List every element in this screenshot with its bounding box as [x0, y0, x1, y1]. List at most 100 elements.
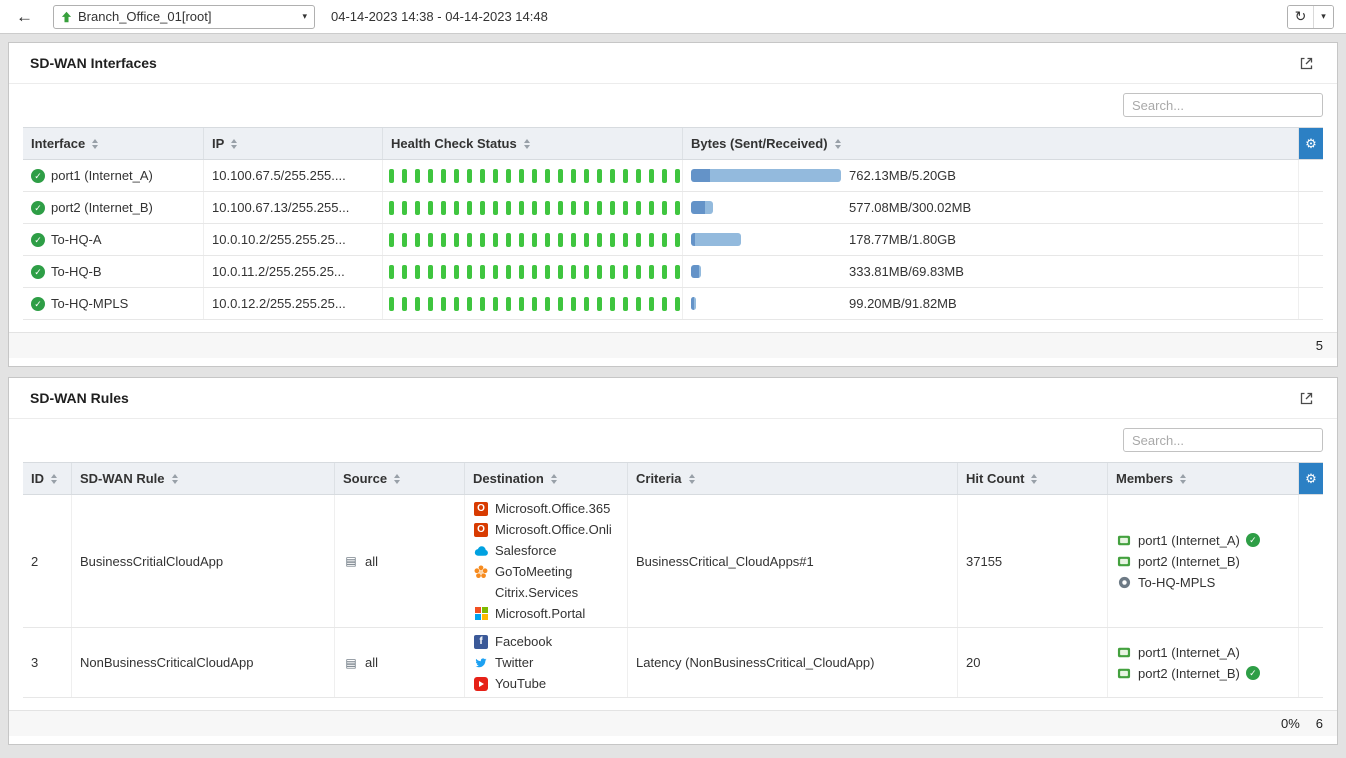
health-status-cell [383, 288, 683, 319]
health-bar [389, 233, 394, 247]
health-bar [571, 233, 576, 247]
health-bar [415, 297, 420, 311]
health-bar [467, 297, 472, 311]
rule-row[interactable]: 3NonBusinessCriticalCloudApp▤allfFaceboo… [23, 628, 1323, 698]
health-bar [649, 169, 654, 183]
column-header-hit-count[interactable]: Hit Count [958, 463, 1108, 494]
rule-destination-cell: fFacebookTwitterYouTube [465, 628, 628, 697]
health-bar [506, 201, 511, 215]
health-bar [675, 265, 680, 279]
open-in-new-window-button[interactable] [1297, 389, 1316, 408]
health-bar [467, 233, 472, 247]
health-bar [623, 169, 628, 183]
column-settings-button[interactable]: ⚙ [1299, 463, 1323, 494]
rules-row-count: 6 [1316, 716, 1323, 731]
sla-icon [1116, 575, 1132, 590]
column-header-criteria[interactable]: Criteria [628, 463, 958, 494]
health-bar [402, 297, 407, 311]
interfaces-search-input[interactable] [1123, 93, 1323, 117]
health-bar [675, 169, 680, 183]
ip-cell: 10.0.12.2/255.255.25... [204, 288, 383, 319]
health-bar [389, 201, 394, 215]
bytes-bar [691, 233, 741, 246]
refresh-button[interactable]: ↻ [1288, 6, 1313, 28]
health-bar [532, 169, 537, 183]
health-bar [623, 297, 628, 311]
sort-icon [92, 139, 98, 149]
destination-item: Salesforce [473, 541, 556, 560]
back-button[interactable]: ← [12, 7, 37, 27]
column-header-health-check-status[interactable]: Health Check Status [383, 128, 683, 159]
member-item: port2 (Internet_B) [1116, 552, 1240, 571]
bytes-label: 577.08MB/300.02MB [849, 200, 971, 215]
health-bar [480, 169, 485, 183]
column-header-destination[interactable]: Destination [465, 463, 628, 494]
health-bar [623, 201, 628, 215]
health-bar [519, 169, 524, 183]
column-header-sd-wan-rule[interactable]: SD-WAN Rule [72, 463, 335, 494]
date-range: 04-14-2023 14:38 - 04-14-2023 14:48 [331, 9, 548, 24]
rules-scroll-percent: 0% [1281, 716, 1300, 731]
member-label: port2 (Internet_B) [1138, 666, 1240, 681]
rule-row[interactable]: 2BusinessCritialCloudApp▤allOMicrosoft.O… [23, 495, 1323, 628]
column-header-bytes-sent-received-[interactable]: Bytes (Sent/Received) [683, 128, 1299, 159]
column-header-interface[interactable]: Interface [23, 128, 204, 159]
health-bar [402, 201, 407, 215]
health-bar [480, 201, 485, 215]
column-header-id[interactable]: ID [23, 463, 72, 494]
interface-name: port2 (Internet_B) [51, 200, 153, 215]
sort-icon [835, 139, 841, 149]
health-bar [454, 265, 459, 279]
column-settings-button[interactable]: ⚙ [1299, 128, 1323, 159]
destination-label: Microsoft.Office.Onli [495, 522, 612, 537]
bytes-bar-track [691, 297, 843, 310]
sort-icon [524, 139, 530, 149]
destination-label: Salesforce [495, 543, 556, 558]
bytes-bar-track [691, 265, 843, 278]
column-header-members[interactable]: Members [1108, 463, 1299, 494]
bytes-bar [691, 169, 841, 182]
interfaces-search-row [9, 84, 1337, 127]
health-bar [623, 233, 628, 247]
column-header-ip[interactable]: IP [204, 128, 383, 159]
gotomeeting-icon [473, 564, 489, 579]
bytes-cell: 178.77MB/1.80GB [683, 224, 1299, 255]
open-in-new-window-button[interactable] [1297, 54, 1316, 73]
interface-row[interactable]: ✓port1 (Internet_A)10.100.67.5/255.255..… [23, 160, 1323, 192]
health-bar [415, 201, 420, 215]
interface-icon [1116, 554, 1132, 569]
bytes-label: 99.20MB/91.82MB [849, 296, 957, 311]
rules-search-input[interactable] [1123, 428, 1323, 452]
health-bar [649, 265, 654, 279]
health-bar [571, 297, 576, 311]
rules-panel-title: SD-WAN Rules [30, 390, 129, 406]
interface-row[interactable]: ✓To-HQ-MPLS10.0.12.2/255.255.25...99.20M… [23, 288, 1323, 320]
health-bar [441, 233, 446, 247]
interface-row[interactable]: ✓To-HQ-B10.0.11.2/255.255.25...333.81MB/… [23, 256, 1323, 288]
health-bar [636, 297, 641, 311]
device-selector[interactable]: Branch_Office_01[root] ▾ [53, 5, 315, 29]
interface-row[interactable]: ✓port2 (Internet_B)10.100.67.13/255.255.… [23, 192, 1323, 224]
health-bar [441, 201, 446, 215]
row-actions-cell [1299, 256, 1323, 287]
health-bar [597, 297, 602, 311]
column-label: Health Check Status [391, 136, 517, 151]
health-bar [558, 265, 563, 279]
rules-table: ID SD-WAN Rule SourceDestinationCriteriaHi… [23, 462, 1323, 698]
health-bar [584, 233, 589, 247]
column-label: IP [212, 136, 224, 151]
health-bar [532, 201, 537, 215]
sdwan-rules-panel: SD-WAN Rules ID SD-WAN Rule SourceDestinat… [8, 377, 1338, 745]
column-label: SD-WAN Rule [80, 471, 165, 486]
bytes-label: 762.13MB/5.20GB [849, 168, 956, 183]
destination-label: Microsoft.Office.365 [495, 501, 610, 516]
column-header-source[interactable]: Source [335, 463, 465, 494]
interface-row[interactable]: ✓To-HQ-A10.0.10.2/255.255.25...178.77MB/… [23, 224, 1323, 256]
health-bar [571, 201, 576, 215]
refresh-options-button[interactable]: ▾ [1313, 6, 1333, 28]
bytes-bar-track [691, 169, 843, 182]
rule-destination-cell: OMicrosoft.Office.365OMicrosoft.Office.O… [465, 495, 628, 627]
rules-table-body: 2BusinessCritialCloudApp▤allOMicrosoft.O… [23, 495, 1323, 698]
address-all-icon: ▤ [343, 655, 359, 670]
health-bar [493, 233, 498, 247]
